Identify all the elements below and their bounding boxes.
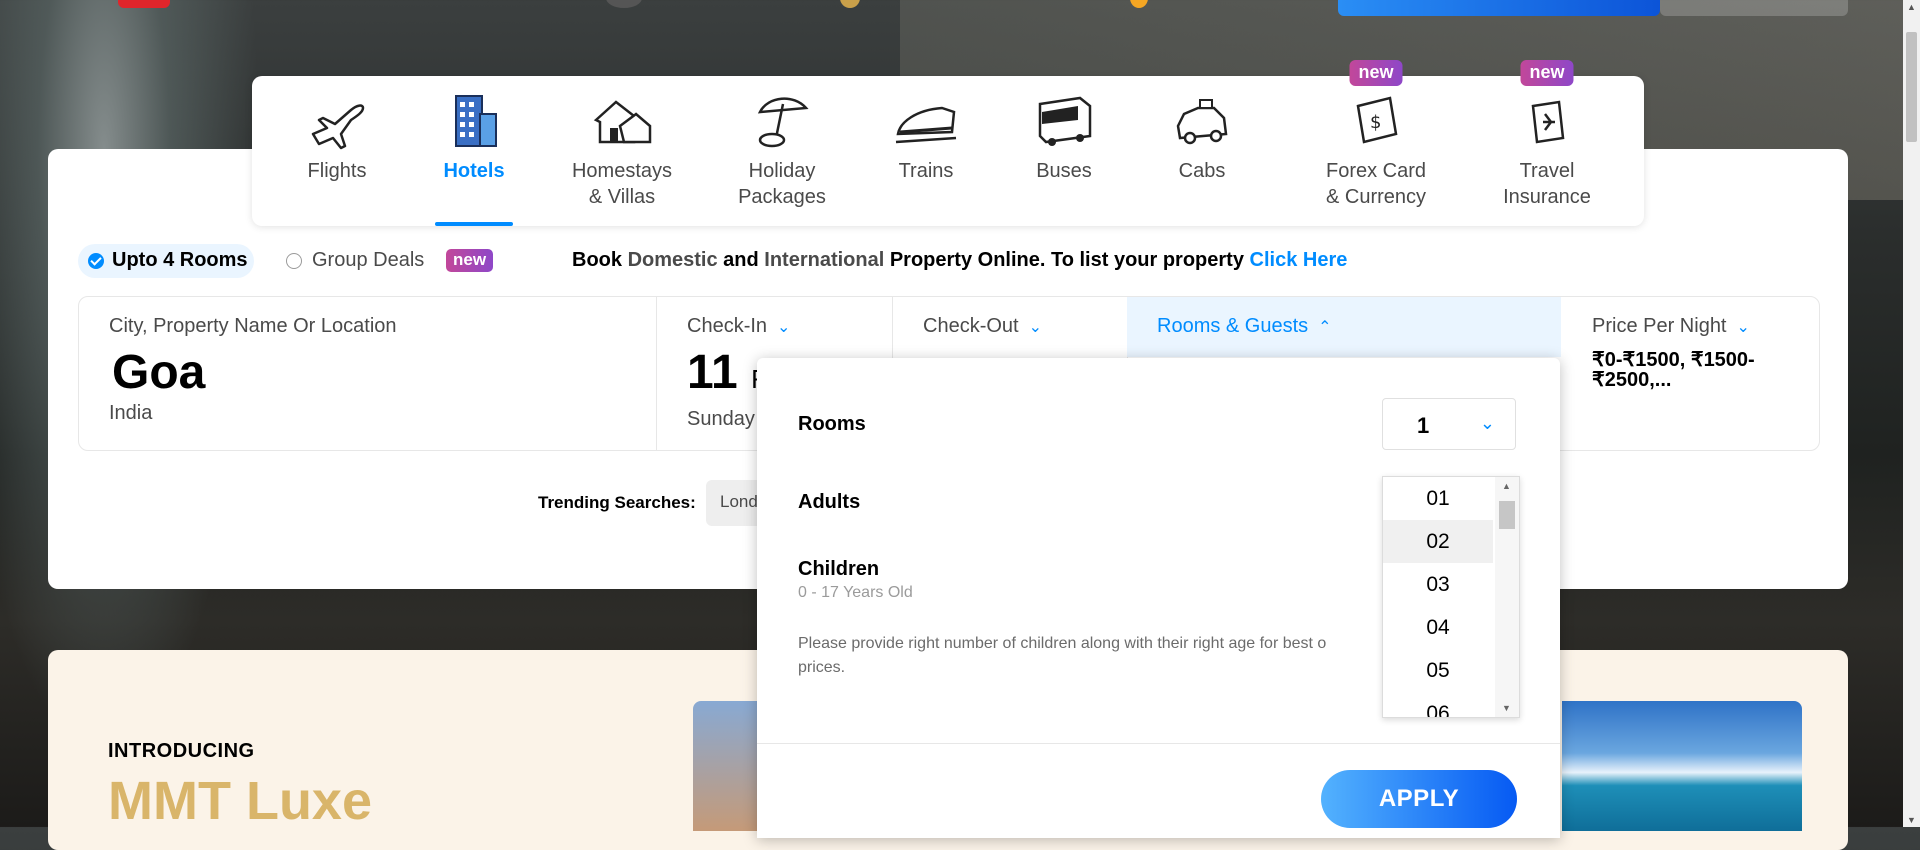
top-header [0,0,1920,16]
chevron-down-icon: ⌄ [1479,413,1495,433]
nav-label: Homestays & Villas [571,160,673,208]
login-button[interactable] [1338,0,1660,16]
option-label[interactable]: Group Deals [312,249,424,272]
location-value: Goa [112,346,206,399]
airplane-icon [311,104,365,150]
adults-option[interactable]: 06 [1383,692,1493,717]
tagline: Book Domestic and International Property… [572,249,1348,271]
promo-image[interactable] [693,701,763,831]
nav-homestays[interactable]: Homestays & Villas [562,76,682,226]
new-badge: new [1349,60,1403,86]
nav-flights[interactable]: Flights [282,76,392,226]
nav-label: Travel Insurance [1503,160,1591,208]
children-label: Children [798,558,880,580]
brand-logo[interactable] [118,0,170,8]
adults-option-highlighted[interactable]: 02 [1383,520,1493,563]
rooms-value: 1 [1417,413,1430,438]
adults-dropdown[interactable]: 01 02 03 04 05 06 ▲ ▼ [1382,476,1520,718]
adults-option[interactable]: 03 [1383,563,1493,606]
rooms-guests-field[interactable]: Rooms & Guests ⌃ [1127,297,1561,357]
rooms-select[interactable]: 1 ⌄ [1382,398,1516,450]
children-note: Please provide right number of children … [798,635,1327,676]
location-field[interactable]: City, Property Name Or Location Goa Indi… [79,297,657,450]
adults-option[interactable]: 05 [1383,649,1493,692]
field-label: Rooms & Guests ⌃ [1157,315,1332,337]
adults-option[interactable]: 04 [1383,606,1493,649]
field-label: Price Per Night ⌄ [1592,315,1750,337]
radio-checked-icon [88,253,104,269]
nav-label: Hotels [443,160,505,182]
business-icon [840,0,860,8]
rooms-label: Rooms [798,413,866,435]
divider [757,743,1560,744]
trending-label: Trending Searches: [538,493,696,512]
nav-label: Trains [898,160,954,182]
rooms-guests-popup: Rooms 1 ⌄ Adults Children 0 - 17 Years O… [757,358,1560,838]
new-badge: new [1520,60,1574,86]
price-value: ₹0-₹1500, ₹1500-₹2500,... [1592,349,1755,391]
scroll-up-icon: ▲ [1907,2,1916,12]
adults-label: Adults [798,491,861,513]
forex-card-icon: $ [1356,96,1398,144]
nav-label: Holiday Packages [738,160,826,208]
field-label: Check-In ⌄ [687,315,791,337]
nav-label: Flights [307,160,367,182]
page-scrollbar[interactable]: ▲ ▼ [1903,0,1920,827]
nav-insurance[interactable]: new Travel Insurance [1492,60,1602,226]
scroll-thumb [1499,501,1515,529]
nav-label: Forex Card & Currency [1325,160,1427,208]
scroll-down-icon: ▼ [1907,815,1916,825]
house-icon [593,100,652,144]
promo-image[interactable] [1562,701,1802,831]
apply-button[interactable]: APPLY [1321,770,1517,828]
insurance-icon [1531,100,1565,144]
chevron-up-icon: ⌃ [1318,318,1332,336]
option-upto-4-rooms[interactable]: Upto 4 Rooms [78,244,254,278]
list-property-link[interactable]: Click Here [1250,249,1348,271]
chevron-down-icon: ⌄ [1736,318,1750,336]
nav-holiday-packages[interactable]: Holiday Packages [722,76,842,226]
promo-title: MMT Luxe [108,771,372,831]
bookings-icon [1130,0,1148,8]
field-label: City, Property Name Or Location [109,315,397,337]
adults-option[interactable]: 01 [1383,477,1493,520]
beach-umbrella-icon [757,97,809,148]
nav-hotels[interactable]: Hotels [435,76,513,226]
train-icon [895,106,957,144]
radio-group-deals[interactable] [286,253,302,269]
scroll-thumb[interactable] [1906,32,1917,142]
price-field[interactable]: Price Per Night ⌄ ₹0-₹1500, ₹1500-₹2500,.… [1562,297,1819,450]
active-tab-indicator [435,222,513,226]
svg-text:$: $ [1370,112,1381,133]
nav-buses[interactable]: Buses [1020,76,1108,226]
product-nav: Flights Hotels Homestays & Villas Holiday… [252,60,1644,226]
scroll-up-icon: ▲ [1502,481,1511,491]
promo-intro: INTRODUCING [108,740,255,762]
dropdown-scrollbar[interactable]: ▲ ▼ [1495,477,1519,717]
chevron-down-icon: ⌄ [1028,318,1042,336]
new-badge: new [446,249,494,272]
field-label: Check-Out ⌄ [923,315,1042,337]
children-age-hint: 0 - 17 Years Old [798,584,913,601]
country-selector[interactable] [1660,0,1848,16]
nav-label: Buses [1036,160,1092,182]
hotel-icon [455,95,497,147]
scroll-down-icon: ▼ [1502,703,1511,713]
chevron-down-icon: ⌄ [777,318,791,336]
nav-trains[interactable]: Trains [882,76,970,226]
bus-icon [1038,96,1092,146]
earn-icon [606,0,642,8]
car-icon [1176,99,1228,145]
nav-label: Cabs [1178,160,1226,182]
adults-options-list: 01 02 03 04 05 06 [1383,477,1493,717]
location-sub: India [109,402,153,424]
option-label: Upto 4 Rooms [112,249,248,271]
nav-forex[interactable]: new $ Forex Card & Currency [1316,60,1436,226]
nav-cabs[interactable]: Cabs [1158,76,1246,226]
